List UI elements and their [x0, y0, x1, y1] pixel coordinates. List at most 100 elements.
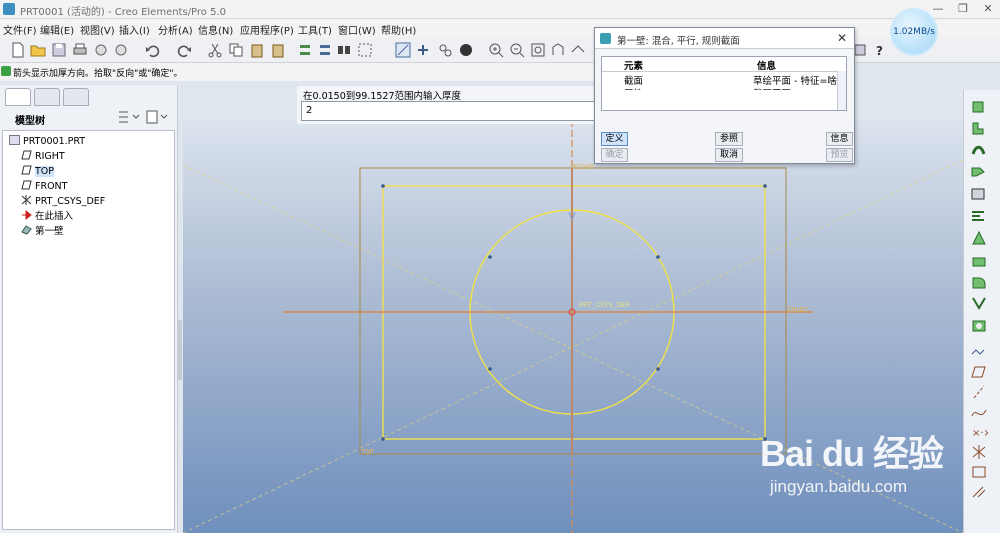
element-table: 元素 信息 截面 草绘平面 - 特征=啥 属性 截面平面 [601, 56, 847, 111]
rib-icon[interactable] [970, 230, 988, 246]
arrow-icon [1, 66, 11, 76]
row-element[interactable]: 截面 [624, 73, 749, 87]
menu-window[interactable]: 窗口(W) [338, 22, 376, 37]
dialog-titlebar: 第一壁: 混合, 平行, 规则截面 ✕ [595, 28, 854, 49]
datum-plane-icon [21, 180, 32, 190]
define-button[interactable]: 定义 [601, 132, 628, 146]
model-tree-panel: 模型树 PRT0001.PRT RIGHT TOP FRONT PRT_CSYS… [0, 85, 178, 533]
dialog-title: 第一壁: 混合, 平行, 规则截面 [617, 36, 740, 47]
round-icon[interactable] [970, 274, 988, 290]
datum-curve-icon[interactable] [970, 404, 988, 420]
part-icon [9, 135, 20, 145]
dialog-icon [600, 33, 611, 44]
cut-icon[interactable] [207, 42, 223, 58]
close-button[interactable]: ✕ [978, 2, 998, 16]
window-title: PRT0001 (活动的) - Creo Elements/Pro 5.0 [20, 7, 227, 18]
menu-insert[interactable]: 插入(I) [119, 22, 150, 37]
menu-help[interactable]: 帮助(H) [381, 22, 416, 37]
tree-columns-icon[interactable] [145, 109, 169, 125]
regen-manager-icon[interactable] [317, 42, 333, 58]
ref-feature-icon[interactable] [970, 484, 988, 500]
reorient-icon[interactable] [550, 42, 566, 58]
blend-icon[interactable] [970, 164, 988, 180]
tree-item-top[interactable]: TOP [21, 164, 55, 179]
info-button[interactable]: 信息 [826, 132, 853, 146]
menu-analysis[interactable]: 分析(A) [158, 22, 193, 37]
save-icon[interactable] [51, 42, 67, 58]
datum-axis-icon[interactable] [970, 384, 988, 400]
tree-item-right[interactable]: RIGHT [21, 149, 65, 164]
thicken-icon[interactable] [970, 186, 988, 202]
watermark: Bai du 经验 jingyan.baidu.com [760, 425, 944, 497]
tree-item-first-wall[interactable]: 第一壁 [21, 224, 64, 239]
hole-icon[interactable] [970, 318, 988, 334]
open-folder-icon[interactable] [30, 42, 46, 58]
zoom-in-icon[interactable] [488, 42, 504, 58]
tree-item-front[interactable]: FRONT [21, 179, 67, 194]
view-manager-icon[interactable] [437, 42, 453, 58]
menu-view[interactable]: 视图(V) [80, 22, 115, 37]
draft-icon[interactable] [970, 252, 988, 268]
regenerate-icon[interactable] [297, 42, 313, 58]
select-box-icon[interactable] [357, 42, 373, 58]
tree-item-csys[interactable]: PRT_CSYS_DEF [21, 194, 105, 209]
tree-item-part[interactable]: PRT0001.PRT [9, 134, 85, 149]
menu-file[interactable]: 文件(F) [3, 22, 37, 37]
analysis-feature-icon[interactable] [970, 464, 988, 480]
cancel-button[interactable]: 取消 [715, 148, 743, 162]
menu-tools[interactable]: 工具(T) [298, 22, 332, 37]
refit-icon[interactable] [530, 42, 546, 58]
shading-icon[interactable] [458, 42, 474, 58]
datum-label-top: TOP [361, 448, 374, 456]
chamfer-icon[interactable] [970, 296, 988, 312]
reference-button[interactable]: 参照 [715, 132, 743, 146]
sketch-toggle-icon[interactable] [395, 42, 411, 58]
datum-label-front: FRONT [787, 306, 809, 314]
menu-edit[interactable]: 编辑(E) [40, 22, 74, 37]
undo-icon[interactable] [145, 42, 161, 58]
zoom-out-icon[interactable] [509, 42, 525, 58]
datum-point-icon[interactable]: ×·× [970, 424, 988, 440]
datum-display-icon[interactable] [415, 42, 431, 58]
send-link-icon[interactable] [113, 42, 129, 58]
ok-button[interactable]: 确定 [601, 148, 628, 162]
tree-item-insert-here[interactable]: 在此插入 [21, 209, 73, 224]
saved-views-icon[interactable] [570, 42, 586, 58]
revolve-icon[interactable] [970, 120, 988, 136]
preview-button[interactable]: 预览 [826, 148, 853, 162]
redo-icon[interactable] [176, 42, 192, 58]
print-icon[interactable] [72, 42, 88, 58]
table-scrollbar[interactable] [837, 71, 846, 110]
send-mail-icon[interactable] [93, 42, 109, 58]
paste-special-icon[interactable] [270, 42, 286, 58]
tab-favorites[interactable] [63, 88, 89, 106]
new-file-icon[interactable] [10, 42, 26, 58]
shell-icon[interactable] [970, 208, 988, 224]
copy-icon[interactable] [228, 42, 244, 58]
dialog-close-icon[interactable]: ✕ [837, 31, 847, 45]
datum-plane-tool-icon[interactable] [970, 364, 988, 380]
panel-sash[interactable] [177, 320, 182, 380]
csys-label: PRT_CSYS_DEF [579, 301, 630, 309]
help-icon[interactable]: ? [873, 42, 889, 58]
sweep-icon[interactable] [970, 142, 988, 158]
app-icon [3, 3, 15, 15]
title-bar: PRT0001 (活动的) - Creo Elements/Pro 5.0 — … [0, 0, 1000, 19]
find-icon[interactable] [336, 42, 352, 58]
extrude-icon[interactable] [970, 98, 988, 114]
graphics-window[interactable]: RIGHT FRONT TOP PRT_CSYS_DEF Bai du 经验 j… [182, 120, 964, 533]
tree-settings-icon[interactable] [117, 109, 141, 125]
row-info: 截面平面 [753, 86, 837, 90]
status-message: 箭头显示加厚方向。拾取"反向"或"确定"。 [13, 69, 183, 79]
row-element[interactable]: 属性 [624, 86, 749, 90]
menu-info[interactable]: 信息(N) [198, 22, 233, 37]
datum-csys-icon[interactable] [970, 444, 988, 460]
minimize-button[interactable]: — [928, 2, 948, 16]
tab-folder-browser[interactable] [34, 88, 60, 106]
watermark-site: jingyan.baidu.com [770, 477, 908, 496]
menu-applications[interactable]: 应用程序(P) [240, 22, 294, 37]
maximize-button[interactable]: ❐ [953, 2, 973, 16]
sketch-datum-icon[interactable] [970, 344, 988, 360]
tab-model-tree[interactable] [5, 88, 31, 106]
paste-icon[interactable] [249, 42, 265, 58]
